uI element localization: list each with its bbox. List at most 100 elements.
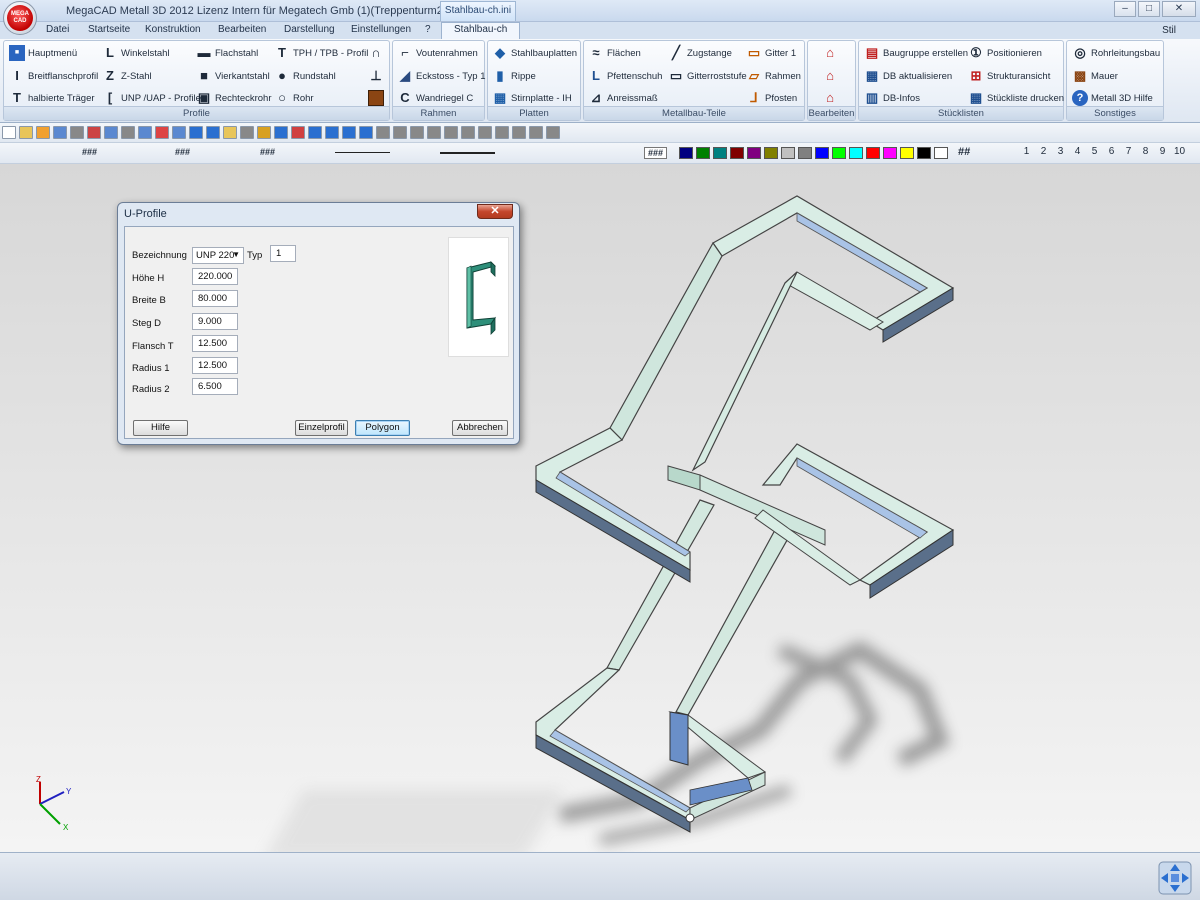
color-swatch-6[interactable] <box>781 147 795 159</box>
color-swatch-1[interactable] <box>696 147 710 159</box>
layer-number-3[interactable]: 3 <box>1052 146 1069 157</box>
hoehe-input[interactable]: 220.000 <box>192 268 238 285</box>
layer-number-8[interactable]: 8 <box>1137 146 1154 157</box>
toolbar-tool-icon-28[interactable] <box>478 126 492 139</box>
pfosten-button[interactable]: ⅃ Pfosten <box>746 88 797 108</box>
toolbar-tool-icon-8[interactable] <box>138 126 152 139</box>
voutenrahmen-button[interactable]: ⌐ Voutenrahmen <box>397 43 478 63</box>
application-orb-button[interactable]: MEGA CAD <box>3 1 37 35</box>
z-stahl-button[interactable]: Z Z-Stahl <box>102 66 152 86</box>
positionieren-button[interactable]: ① Positionieren <box>968 43 1042 63</box>
mauer-button[interactable]: ▩ Mauer <box>1072 66 1118 86</box>
pfettenschuh-button[interactable]: L Pfettenschuh <box>588 66 662 86</box>
layer-number-10[interactable]: 10 <box>1171 146 1188 157</box>
color-swatch-8[interactable] <box>815 147 829 159</box>
einzelprofil-button[interactable]: Einzelprofil <box>295 420 348 436</box>
layer-number-4[interactable]: 4 <box>1069 146 1086 157</box>
color-swatch-12[interactable] <box>883 147 897 159</box>
tph-tpb-profil-button[interactable]: T TPH / TPB - Profil <box>274 43 368 63</box>
gitter1-button[interactable]: ▭ Gitter 1 <box>746 43 796 63</box>
toolbar-tool-icon-10[interactable] <box>172 126 186 139</box>
db-infos-button[interactable]: ▥ DB-Infos <box>864 88 920 108</box>
line-width-dropdown[interactable] <box>440 152 495 154</box>
linetype-field[interactable]: ### <box>82 147 97 157</box>
flachstahl-button[interactable]: ▬ Flachstahl <box>196 43 259 63</box>
breitflanschprofil-button[interactable]: Ι Breitflanschprofil <box>9 66 98 86</box>
winkelstahl-button[interactable]: L Winkelstahl <box>102 43 170 63</box>
rail-profile-button[interactable]: ∩ <box>368 43 384 63</box>
color-swatch-4[interactable] <box>747 147 761 159</box>
toolbar-tool-icon-4[interactable] <box>70 126 84 139</box>
toolbar-tool-icon-25[interactable] <box>427 126 441 139</box>
breite-input[interactable]: 80.000 <box>192 290 238 307</box>
flaechen-button[interactable]: ≈ Flächen <box>588 43 640 63</box>
radius1-input[interactable]: 12.500 <box>192 357 238 374</box>
color-swatch-2[interactable] <box>713 147 727 159</box>
toolbar-tool-icon-18[interactable] <box>308 126 322 139</box>
toolbar-tool-icon-7[interactable] <box>121 126 135 139</box>
layer-field[interactable]: ### <box>260 147 275 157</box>
hilfe-button[interactable]: Hilfe <box>133 420 188 436</box>
bezeichnung-select[interactable]: UNP 220 ▼ <box>192 247 244 264</box>
toolbar-tool-icon-22[interactable] <box>376 126 390 139</box>
toolbar-tool-icon-17[interactable] <box>291 126 305 139</box>
color-swatch-5[interactable] <box>764 147 778 159</box>
color-swatch-3[interactable] <box>730 147 744 159</box>
crane-rail-button[interactable]: ⊥ <box>368 66 384 86</box>
edit-house2-button[interactable]: ⌂ <box>822 66 838 86</box>
line-style-dropdown[interactable] <box>335 152 390 153</box>
tab-darstellung[interactable]: Darstellung <box>284 24 335 35</box>
color-swatch-7[interactable] <box>798 147 812 159</box>
style-menu[interactable]: Stil <box>1162 25 1176 36</box>
tab-datei[interactable]: Datei <box>46 24 69 35</box>
gitterroststufe-button[interactable]: ▭ Gitterroststufe <box>668 66 747 86</box>
toolbar-tool-icon-1[interactable] <box>19 126 33 139</box>
wood-beam-button[interactable] <box>368 88 384 108</box>
toolbar-tool-icon-15[interactable] <box>257 126 271 139</box>
toolbar-tool-icon-14[interactable] <box>240 126 254 139</box>
halbierte-traeger-button[interactable]: Thalbierte Träger <box>9 88 95 108</box>
navigation-arrows-icon[interactable] <box>1158 861 1192 895</box>
minimize-button[interactable]: – <box>1114 1 1136 17</box>
toolbar-tool-icon-27[interactable] <box>461 126 475 139</box>
toolbar-tool-icon-21[interactable] <box>359 126 373 139</box>
steg-input[interactable]: 9.000 <box>192 313 238 330</box>
context-tab-ini[interactable]: Stahlbau-ch.ini <box>440 1 516 21</box>
zugstange-button[interactable]: ╱ Zugstange <box>668 43 732 63</box>
toolbar-tool-icon-9[interactable] <box>155 126 169 139</box>
toolbar-tool-icon-23[interactable] <box>393 126 407 139</box>
edit-house-button[interactable]: ⌂ <box>822 43 838 63</box>
layer-number-5[interactable]: 5 <box>1086 146 1103 157</box>
tab-startseite[interactable]: Startseite <box>88 24 130 35</box>
tab-help[interactable]: ? <box>425 24 431 35</box>
toolbar-tool-icon-30[interactable] <box>512 126 526 139</box>
hauptmenue-button[interactable]: ■ Hauptmenü <box>9 43 77 63</box>
toolbar-tool-icon-29[interactable] <box>495 126 509 139</box>
layer-number-2[interactable]: 2 <box>1035 146 1052 157</box>
unp-uap-profile-button[interactable]: [UNP /UAP - Profile <box>102 88 201 108</box>
layer-number-6[interactable]: 6 <box>1103 146 1120 157</box>
edit-cut-button[interactable]: ⌂ <box>822 88 838 108</box>
layer-number-1[interactable]: 1 <box>1018 146 1035 157</box>
rohr-button[interactable]: ○ Rohr <box>274 88 314 108</box>
stueckliste-drucken-button[interactable]: ▦ Stückliste drucken <box>968 88 1064 108</box>
rechteckrohr-button[interactable]: ▣ Rechteckrohr <box>196 88 272 108</box>
toolbar-tool-icon-16[interactable] <box>274 126 288 139</box>
layer-number-7[interactable]: 7 <box>1120 146 1137 157</box>
color-swatch-10[interactable] <box>849 147 863 159</box>
metall3d-hilfe-button[interactable]: ? Metall 3D Hilfe <box>1072 88 1153 108</box>
vierkantstahl-button[interactable]: ■ Vierkantstahl <box>196 66 270 86</box>
strukturansicht-button[interactable]: ⊞ Strukturansicht <box>968 66 1051 86</box>
tab-stahlbau-ch[interactable]: Stahlbau-ch <box>441 22 521 40</box>
toolbar-tool-icon-24[interactable] <box>410 126 424 139</box>
tab-einstellungen[interactable]: Einstellungen <box>351 24 411 35</box>
typ-input[interactable]: 1 <box>270 245 296 262</box>
color-swatch-13[interactable] <box>900 147 914 159</box>
color-swatch-9[interactable] <box>832 147 846 159</box>
dialog-close-button[interactable]: ✕ <box>477 204 513 219</box>
linewidth-field[interactable]: ### <box>175 147 190 157</box>
anreissmass-button[interactable]: ⊿ Anreissmaß <box>588 88 658 108</box>
polygon-button[interactable]: Polygon <box>355 420 410 436</box>
rohrleitungsbau-button[interactable]: ◎ Rohrleitungsbau <box>1072 43 1160 63</box>
radius2-input[interactable]: 6.500 <box>192 378 238 395</box>
